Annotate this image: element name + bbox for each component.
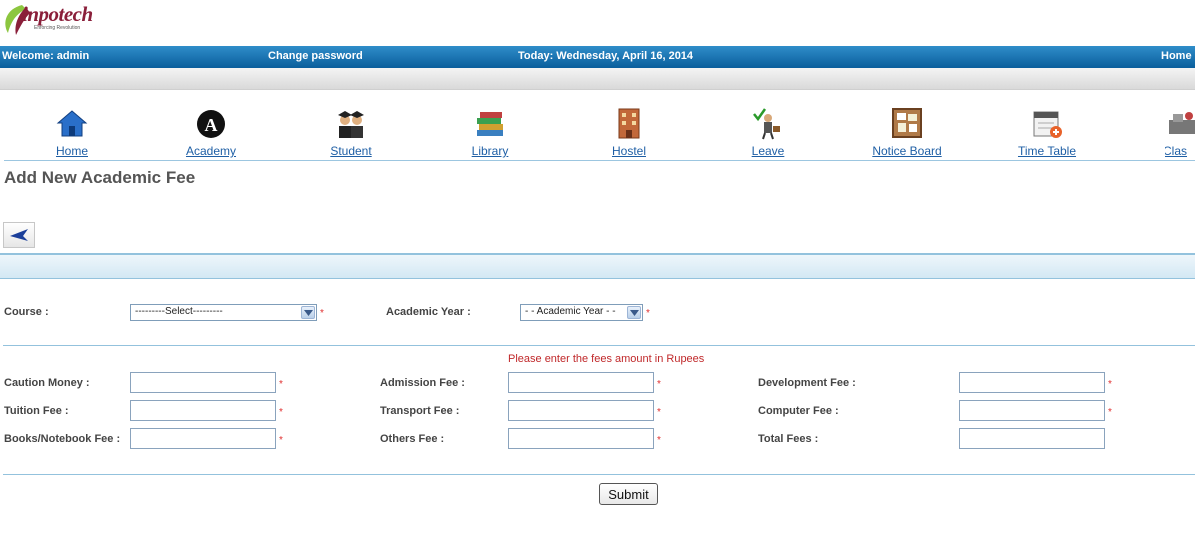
- required-mark: *: [320, 308, 324, 319]
- home-link[interactable]: Home: [1161, 50, 1192, 62]
- nav-label: Time Table: [1017, 144, 1077, 158]
- logo-tagline: Enforcing Revolution: [34, 25, 81, 31]
- transport-fee-label: Transport Fee :: [380, 405, 460, 417]
- nav-time-table[interactable]: Time Table: [987, 106, 1107, 158]
- required-mark: *: [646, 308, 650, 319]
- development-fee-label: Development Fee :: [758, 377, 856, 389]
- tuition-fee-label: Tuition Fee :: [4, 405, 69, 417]
- top-bar: Welcome: admin Change password Today: We…: [0, 46, 1195, 68]
- computer-fee-label: Computer Fee :: [758, 405, 839, 417]
- nav-notice-board[interactable]: Notice Board: [847, 106, 967, 158]
- nav-label: Library: [471, 144, 509, 158]
- calendar-icon: [1033, 111, 1062, 138]
- change-password-link[interactable]: Change password: [268, 50, 363, 62]
- leave-person-icon: [753, 108, 780, 140]
- academic-year-select[interactable]: - - Academic Year - -: [520, 304, 643, 321]
- section-band: [0, 253, 1195, 279]
- back-arrow-icon: [10, 229, 28, 241]
- course-select-value: ---------Select---------: [135, 306, 223, 317]
- admission-fee-input[interactable]: [508, 372, 654, 393]
- course-label: Course :: [4, 306, 49, 318]
- caution-money-label: Caution Money :: [4, 377, 90, 389]
- nav-academy[interactable]: A Academy: [151, 106, 271, 158]
- back-button[interactable]: [3, 222, 35, 248]
- required-mark: *: [657, 407, 661, 418]
- building-icon: [618, 108, 640, 139]
- academic-year-select-value: - - Academic Year - -: [525, 306, 616, 317]
- sub-bar: [0, 68, 1195, 90]
- house-icon: [56, 110, 88, 137]
- nav-student[interactable]: Student: [291, 106, 411, 158]
- form-divider: [3, 345, 1195, 346]
- corkboard-icon: [892, 108, 922, 138]
- required-mark: *: [1108, 379, 1112, 390]
- nav-label: Leave: [751, 144, 785, 158]
- required-mark: *: [1108, 407, 1112, 418]
- required-mark: *: [657, 435, 661, 446]
- classroom-icon: [1169, 112, 1195, 134]
- nav-class[interactable]: Clas: [1165, 106, 1195, 158]
- nav-library[interactable]: Library: [430, 106, 550, 158]
- logo: inpotech Enforcing Revolution: [0, 0, 93, 40]
- today-date: Today: Wednesday, April 16, 2014: [518, 50, 694, 62]
- transport-fee-input[interactable]: [508, 400, 654, 421]
- fees-hint: Please enter the fees amount in Rupees: [508, 353, 705, 365]
- nav-label: Hostel: [611, 144, 646, 158]
- nav-home[interactable]: Home: [12, 106, 132, 158]
- books-fee-input[interactable]: [130, 428, 276, 449]
- submit-button[interactable]: Submit: [599, 483, 658, 505]
- others-fee-input[interactable]: [508, 428, 654, 449]
- admission-fee-label: Admission Fee :: [380, 377, 465, 389]
- welcome-text: Welcome: admin: [2, 50, 90, 62]
- academic-year-label: Academic Year :: [386, 306, 471, 318]
- graduates-icon: [338, 111, 364, 138]
- required-mark: *: [279, 435, 283, 446]
- caution-money-input[interactable]: [130, 372, 276, 393]
- nav-label: Academy: [185, 144, 237, 158]
- development-fee-input[interactable]: [959, 372, 1105, 393]
- nav-label: Clas: [1165, 144, 1188, 158]
- nav-divider: [4, 160, 1195, 161]
- chevron-down-icon: [301, 306, 315, 319]
- required-mark: *: [279, 407, 283, 418]
- svg-text:A: A: [205, 115, 218, 135]
- nav-label: Notice Board: [872, 144, 942, 158]
- logo-text: inpotech: [22, 2, 93, 26]
- total-fees-input[interactable]: [959, 428, 1105, 449]
- course-select[interactable]: ---------Select---------: [130, 304, 317, 321]
- nav-leave[interactable]: Leave: [708, 106, 828, 158]
- form-divider: [3, 474, 1195, 475]
- tuition-fee-input[interactable]: [130, 400, 276, 421]
- page-title: Add New Academic Fee: [4, 168, 196, 187]
- books-fee-label: Books/Notebook Fee :: [4, 433, 121, 445]
- academy-icon: A: [197, 110, 225, 138]
- main-nav: Home A Academy Student Library Hostel Le…: [0, 106, 1195, 162]
- computer-fee-input[interactable]: [959, 400, 1105, 421]
- nav-label: Student: [330, 144, 372, 158]
- required-mark: *: [279, 379, 283, 390]
- others-fee-label: Others Fee :: [380, 433, 445, 445]
- books-icon: [477, 112, 503, 136]
- nav-label: Home: [55, 144, 88, 158]
- required-mark: *: [657, 379, 661, 390]
- chevron-down-icon: [627, 306, 641, 319]
- nav-hostel[interactable]: Hostel: [569, 106, 689, 158]
- total-fees-label: Total Fees :: [758, 433, 819, 445]
